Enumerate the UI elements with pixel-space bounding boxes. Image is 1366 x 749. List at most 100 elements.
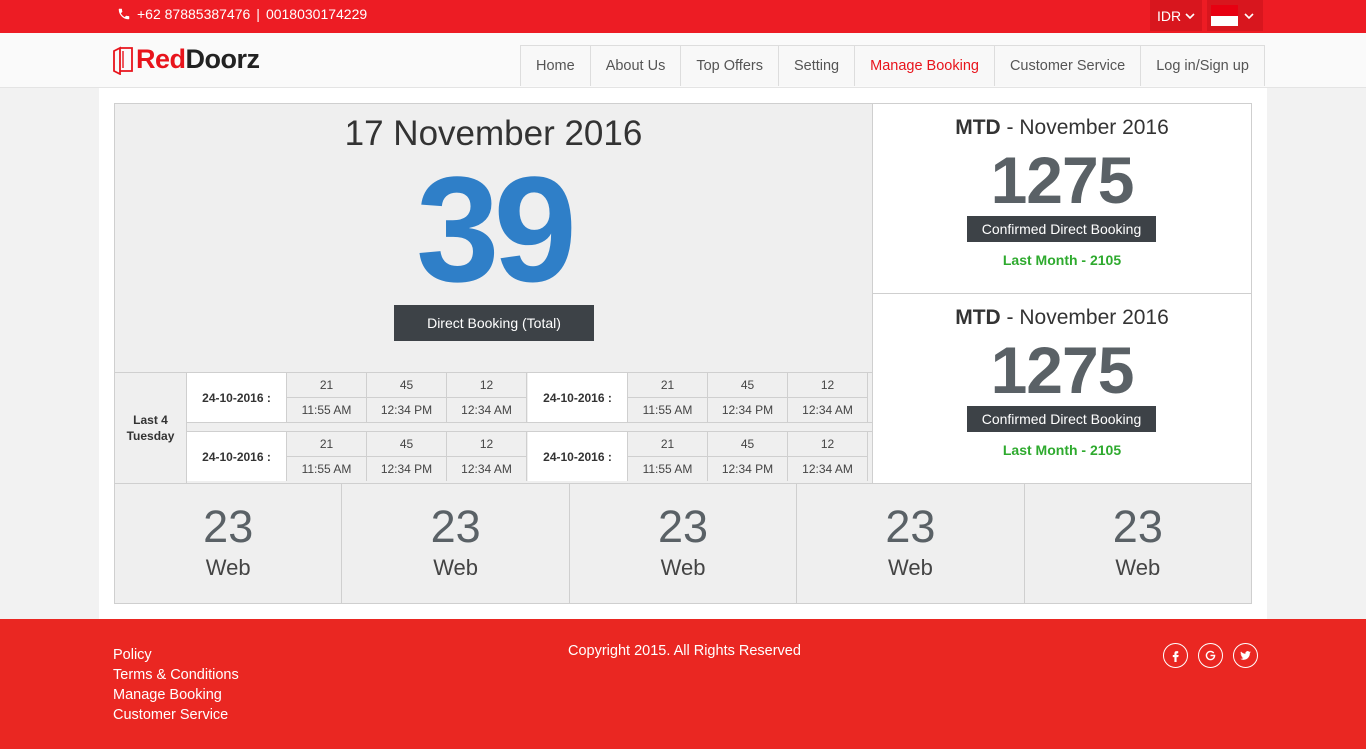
- nav-manage-booking[interactable]: Manage Booking: [855, 46, 995, 86]
- social-links: [1163, 643, 1258, 668]
- alt-phone-number: 0018030174229: [265, 6, 368, 22]
- footer-link-policy[interactable]: Policy: [113, 645, 239, 665]
- google-plus-icon[interactable]: [1198, 643, 1223, 668]
- site-footer: Policy Terms & Conditions Manage Booking Cu…: [0, 619, 1366, 749]
- phone-icon: [118, 8, 130, 20]
- nav-log-in-sign-up[interactable]: Log in/Sign up: [1141, 46, 1264, 86]
- nav-customer-service[interactable]: Customer Service: [995, 46, 1142, 86]
- stat-time: 12:34 AM: [802, 402, 853, 417]
- tile-label: Web: [660, 555, 706, 580]
- stat-count: 12: [447, 432, 526, 457]
- confirmed-direct-booking-badge[interactable]: Confirmed Direct Booking: [967, 216, 1156, 242]
- contact-info: +62 87885387476 | 0018030174229: [117, 6, 367, 22]
- channel-tile: 23 Web: [569, 484, 798, 603]
- last-4-tuesday-label: Last 4 Tuesday: [115, 373, 187, 483]
- last-month-value: Last Month - 2105: [1002, 442, 1122, 458]
- stat-count: 45: [708, 432, 787, 457]
- tile-label: Web: [205, 555, 251, 580]
- tile-label: Web: [1115, 555, 1161, 580]
- main-nav: Home About Us Top Offers Setting Manage Book…: [520, 45, 1265, 86]
- tile-value: 23: [430, 501, 481, 552]
- direct-booking-total-button[interactable]: Direct Booking (Total): [394, 305, 594, 341]
- stat-count: 12: [788, 373, 867, 398]
- stat-time: 12:34 PM: [721, 461, 774, 476]
- stat-column: 21 11:55 AM: [628, 432, 708, 481]
- dashboard-container: 17 November 2016 39 Direct Booking (Tota…: [99, 88, 1267, 619]
- mtd-panel: MTD - November 2016 1275 Confirmed Direc…: [872, 293, 1252, 484]
- facebook-icon[interactable]: [1163, 643, 1188, 668]
- language-selector[interactable]: [1207, 0, 1263, 31]
- nav-about-us[interactable]: About Us: [591, 46, 682, 86]
- stat-time: 11:55 AM: [301, 402, 352, 417]
- mtd-value: 1275: [990, 333, 1135, 407]
- channel-tile: 23 Web: [1024, 484, 1252, 603]
- stat-count: 21: [628, 432, 707, 457]
- logo-text-dark: Doorz: [185, 44, 261, 74]
- mtd-title: MTD - November 2016: [955, 306, 1169, 329]
- stat-column: 45 12:34 PM: [367, 432, 447, 481]
- stat-column: 45 12:34 PM: [708, 432, 788, 481]
- stat-count: 45: [367, 432, 446, 457]
- chevron-down-icon: [1185, 12, 1195, 19]
- stat-count: 45: [708, 373, 787, 398]
- stat-time: 12:34 AM: [461, 402, 512, 417]
- mtd-value: 1275: [990, 143, 1135, 217]
- stat-time: 12:34 PM: [380, 461, 433, 476]
- channel-tile: 23 Web: [797, 484, 1025, 603]
- chevron-down-icon: [1244, 12, 1254, 19]
- copyright-text: Copyright 2015. All Rights Reserved: [568, 643, 801, 659]
- stat-column: 12 12:34 AM: [788, 432, 868, 481]
- stat-count: 21: [287, 373, 366, 398]
- stat-column: 45 12:34 PM: [708, 373, 788, 422]
- stat-count: 21: [287, 432, 366, 457]
- site-header: RedDoorz Home About Us Top Offers Setting Ma…: [0, 33, 1366, 88]
- daily-booking-panel: 17 November 2016 39 Direct Booking (Tota…: [114, 103, 873, 373]
- tuesday-stat-group: 24-10-2016 :21 11:55 AM 45 12:34 PM 12 12:34 …: [187, 373, 527, 422]
- footer-link-manage-booking[interactable]: Manage Booking: [113, 685, 239, 705]
- last-4-tuesday-table: Last 4 Tuesday 24-10-2016 :21 11:55 AM 45 1…: [114, 372, 873, 484]
- tile-value: 23: [1112, 501, 1163, 552]
- channel-tile: 23 Web: [115, 484, 343, 603]
- logo-text-red: Red: [136, 44, 186, 74]
- last-month-value: Last Month - 2105: [1002, 252, 1122, 268]
- footer-link-terms-conditions[interactable]: Terms & Conditions: [113, 665, 239, 685]
- tile-value: 23: [203, 501, 254, 552]
- tile-label: Web: [433, 555, 479, 580]
- nav-setting[interactable]: Setting: [779, 46, 856, 86]
- twitter-icon[interactable]: [1233, 643, 1258, 668]
- tuesday-stat-group: 24-10-2016 :21 11:55 AM 45 12:34 PM 12 12:34 …: [528, 373, 868, 422]
- top-bar: +62 87885387476 | 0018030174229 IDR: [0, 0, 1366, 33]
- stat-count: 12: [788, 432, 867, 457]
- stat-date: 24-10-2016 :: [187, 373, 287, 422]
- stat-count: 21: [628, 373, 707, 398]
- indonesia-flag-icon: [1211, 5, 1238, 26]
- stat-count: 45: [367, 373, 446, 398]
- phone-number: +62 87885387476: [137, 6, 251, 22]
- stat-time: 12:34 PM: [380, 402, 433, 417]
- tile-label: Web: [888, 555, 933, 580]
- reddoorz-logo[interactable]: RedDoorz: [112, 44, 260, 75]
- confirmed-direct-booking-badge[interactable]: Confirmed Direct Booking: [967, 406, 1156, 432]
- tile-value: 23: [657, 501, 709, 552]
- stat-column: 12 12:34 AM: [447, 432, 527, 481]
- stat-column: 21 11:55 AM: [287, 373, 367, 422]
- stat-time: 12:34 AM: [461, 461, 512, 476]
- stat-time: 12:34 PM: [721, 402, 774, 417]
- channel-tiles: 23 Web 23 Web 23 Web 23 Web 23 Web: [114, 483, 1252, 604]
- channel-tile: 23 Web: [342, 484, 570, 603]
- stat-count: 12: [447, 373, 526, 398]
- currency-selector[interactable]: IDR: [1150, 0, 1202, 31]
- stat-date: 24-10-2016 :: [187, 432, 287, 481]
- footer-links: Policy Terms & Conditions Manage Booking Cu…: [113, 645, 239, 725]
- tuesday-stat-group: 24-10-2016 :21 11:55 AM 45 12:34 PM 12 12:34 …: [528, 432, 868, 481]
- footer-link-customer-service[interactable]: Customer Service: [113, 705, 239, 725]
- stat-date: 24-10-2016 :: [528, 432, 628, 481]
- tile-value: 23: [885, 501, 936, 552]
- stat-column: 21 11:55 AM: [628, 373, 708, 422]
- direct-booking-total: 39: [416, 145, 577, 313]
- mtd-title: MTD - November 2016: [955, 116, 1169, 139]
- stat-time: 12:34 AM: [802, 461, 853, 476]
- nav-home[interactable]: Home: [521, 46, 591, 86]
- nav-top-offers[interactable]: Top Offers: [681, 46, 779, 86]
- currency-label: IDR: [1156, 7, 1182, 24]
